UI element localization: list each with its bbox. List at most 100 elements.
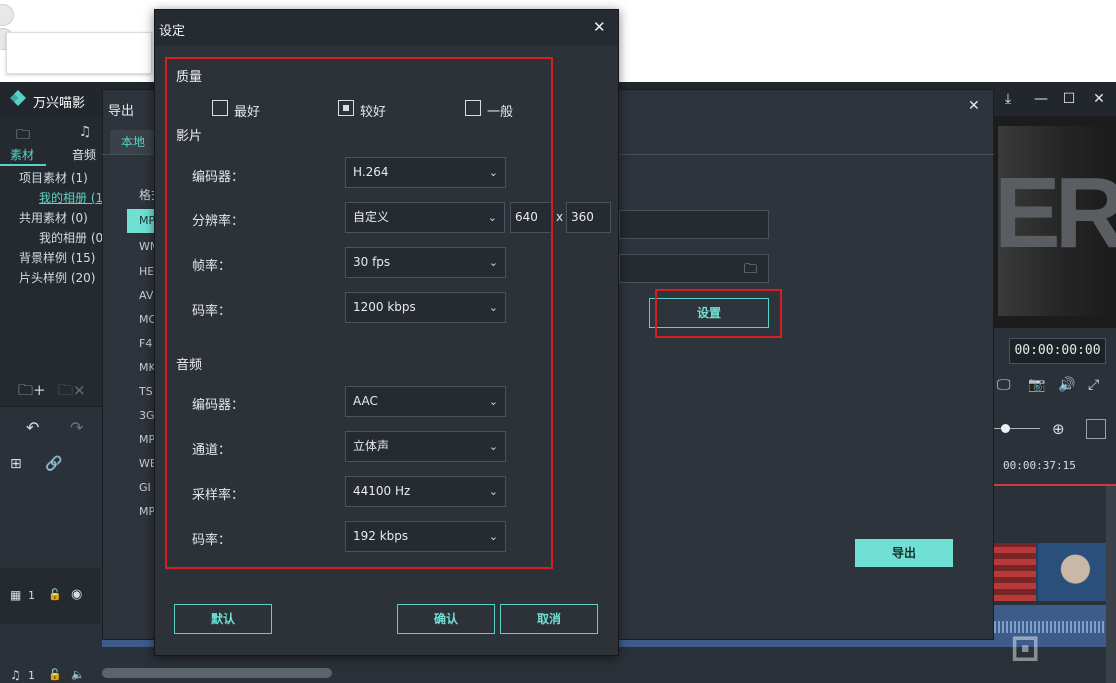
settings-button-highlight [655, 289, 782, 338]
preview-video: ER [994, 116, 1116, 328]
settings-close-icon[interactable]: ✕ [593, 18, 606, 36]
tab-audio[interactable]: 音频 [72, 146, 96, 163]
resolution-separator: x [556, 210, 564, 224]
samplerate-select[interactable]: 44100 Hz ⌄ [345, 476, 506, 507]
split-view-icon[interactable] [1086, 419, 1106, 439]
tab-media[interactable]: 素材 [10, 146, 34, 163]
timeline-hscroll[interactable] [102, 668, 332, 678]
video-track-label: 1 [28, 589, 35, 602]
channel-select[interactable]: 立体声 ⌄ [345, 431, 506, 462]
zoom-in-icon[interactable]: ⊕ [1052, 420, 1065, 438]
quality-good-label: 较好 [360, 105, 387, 120]
minimize-icon[interactable]: — [1032, 90, 1050, 108]
audio-bitrate-value: 192 kbps [353, 529, 409, 543]
tree-my-album-2[interactable]: 我的相册 (0 [39, 229, 103, 246]
audio-lock-icon[interactable]: 🔓 [48, 668, 62, 681]
cancel-button[interactable]: 取消 [500, 604, 598, 634]
app-logo-icon [10, 90, 26, 106]
format-item[interactable]: 3G [139, 409, 155, 422]
maximize-icon[interactable]: ☐ [1060, 90, 1078, 108]
add-track-icon[interactable]: ⊞ [10, 456, 22, 472]
tree-shared-media[interactable]: 共用素材 (0) [19, 209, 88, 226]
channel-label: 通道： [192, 443, 232, 458]
video-bitrate-select[interactable]: 1200 kbps ⌄ [345, 292, 506, 323]
audio-encoder-value: AAC [353, 394, 378, 408]
download-icon[interactable]: ⤓ [999, 90, 1017, 108]
display-settings-icon[interactable]: 🖵 [997, 377, 1011, 393]
audio-encoder-label: 编码器： [192, 398, 245, 413]
audio-encoder-select[interactable]: AAC ⌄ [345, 386, 506, 417]
format-item[interactable]: TS [139, 385, 153, 398]
format-item-selected[interactable]: MP [127, 209, 157, 233]
snapshot-icon[interactable]: 📷 [1028, 377, 1045, 393]
eye-icon[interactable]: ◉ [71, 587, 82, 602]
quality-best-checkbox[interactable] [212, 100, 228, 116]
chevron-down-icon: ⌄ [488, 301, 498, 314]
add-folder-icon[interactable]: 🗀+ [18, 380, 46, 405]
app-title: 万兴喵影 [33, 96, 86, 111]
default-button[interactable]: 默认 [174, 604, 272, 634]
browse-folder-icon[interactable]: 🗀 [744, 260, 762, 277]
tree-background-samples[interactable]: 背景样例 (15) [19, 249, 95, 266]
fullscreen-icon[interactable]: ⤢ [1088, 377, 1099, 393]
lock-icon[interactable]: 🔓 [48, 588, 62, 601]
quality-normal-checkbox[interactable] [465, 100, 481, 116]
audio-track-icon: ♫ [10, 668, 21, 682]
export-name-input[interactable] [619, 210, 769, 239]
format-item[interactable]: F4 [139, 337, 152, 350]
format-item[interactable]: MP [139, 433, 155, 446]
format-item[interactable]: HE [139, 265, 154, 278]
folder-icon: 🗀 [16, 127, 30, 143]
chevron-down-icon: ⌄ [488, 256, 498, 269]
tab-underline [0, 164, 46, 166]
quality-heading: 质量 [176, 70, 203, 85]
resolution-height-input[interactable]: 360 [566, 202, 611, 233]
framerate-select[interactable]: 30 fps ⌄ [345, 247, 506, 278]
video-encoder-value: H.264 [353, 165, 389, 179]
audio-heading: 音频 [176, 358, 203, 373]
link-icon[interactable]: 🔗 [45, 456, 62, 472]
video-clip-thumbnail[interactable] [994, 543, 1106, 601]
video-bitrate-value: 1200 kbps [353, 300, 416, 314]
samplerate-value: 44100 Hz [353, 484, 411, 498]
timeline-head-area [0, 442, 106, 683]
tree-title-samples[interactable]: 片头样例 (20) [19, 269, 95, 286]
delete-folder-icon[interactable]: 🗀× [58, 380, 86, 405]
resolution-label: 分辨率： [192, 214, 245, 229]
audio-bitrate-select[interactable]: 192 kbps ⌄ [345, 521, 506, 552]
resolution-select[interactable]: 自定义 ⌄ [345, 202, 505, 233]
export-dialog-title: 导出 [108, 104, 135, 119]
film-icon: ▦ [10, 588, 22, 602]
resolution-width-input[interactable]: 640 [510, 202, 552, 233]
music-note-icon: ♫ [78, 124, 92, 140]
chevron-down-icon: ⌄ [488, 440, 498, 453]
volume-icon[interactable]: 🔊 [1058, 377, 1075, 393]
chevron-down-icon: ⌄ [488, 395, 498, 408]
format-item[interactable]: GI [139, 481, 151, 494]
settings-dialog-header [155, 10, 618, 46]
export-close-icon[interactable]: ✕ [968, 98, 980, 114]
format-item[interactable]: MP [139, 505, 155, 518]
video-bitrate-label: 码率： [192, 304, 232, 319]
undo-icon[interactable]: ↶ [26, 418, 39, 437]
redo-icon[interactable]: ↷ [70, 418, 83, 437]
tree-project-media[interactable]: 项目素材 (1) [19, 169, 88, 186]
zoom-slider-thumb[interactable] [1001, 424, 1010, 433]
export-button[interactable]: 导出 [855, 539, 953, 567]
chevron-down-icon: ⌄ [488, 166, 498, 179]
chevron-down-icon: ⌄ [487, 211, 497, 224]
confirm-button[interactable]: 确认 [397, 604, 495, 634]
format-item[interactable]: AV [139, 289, 153, 302]
tree-my-album-1[interactable]: 我的相册 (1 [39, 189, 103, 206]
video-encoder-select[interactable]: H.264 ⌄ [345, 157, 506, 188]
channel-value: 立体声 [353, 439, 390, 453]
tab-local[interactable]: 本地 [110, 130, 156, 154]
timeline-vscroll[interactable] [1106, 486, 1116, 683]
close-app-icon[interactable]: ✕ [1090, 90, 1108, 108]
quality-good-checkbox[interactable] [338, 100, 354, 116]
watermark-logo: ⊡ [1010, 628, 1041, 669]
chevron-down-icon: ⌄ [488, 485, 498, 498]
video-encoder-label: 编码器： [192, 170, 245, 185]
speaker-icon[interactable]: 🔈 [71, 668, 85, 681]
framerate-label: 帧率： [192, 259, 232, 274]
